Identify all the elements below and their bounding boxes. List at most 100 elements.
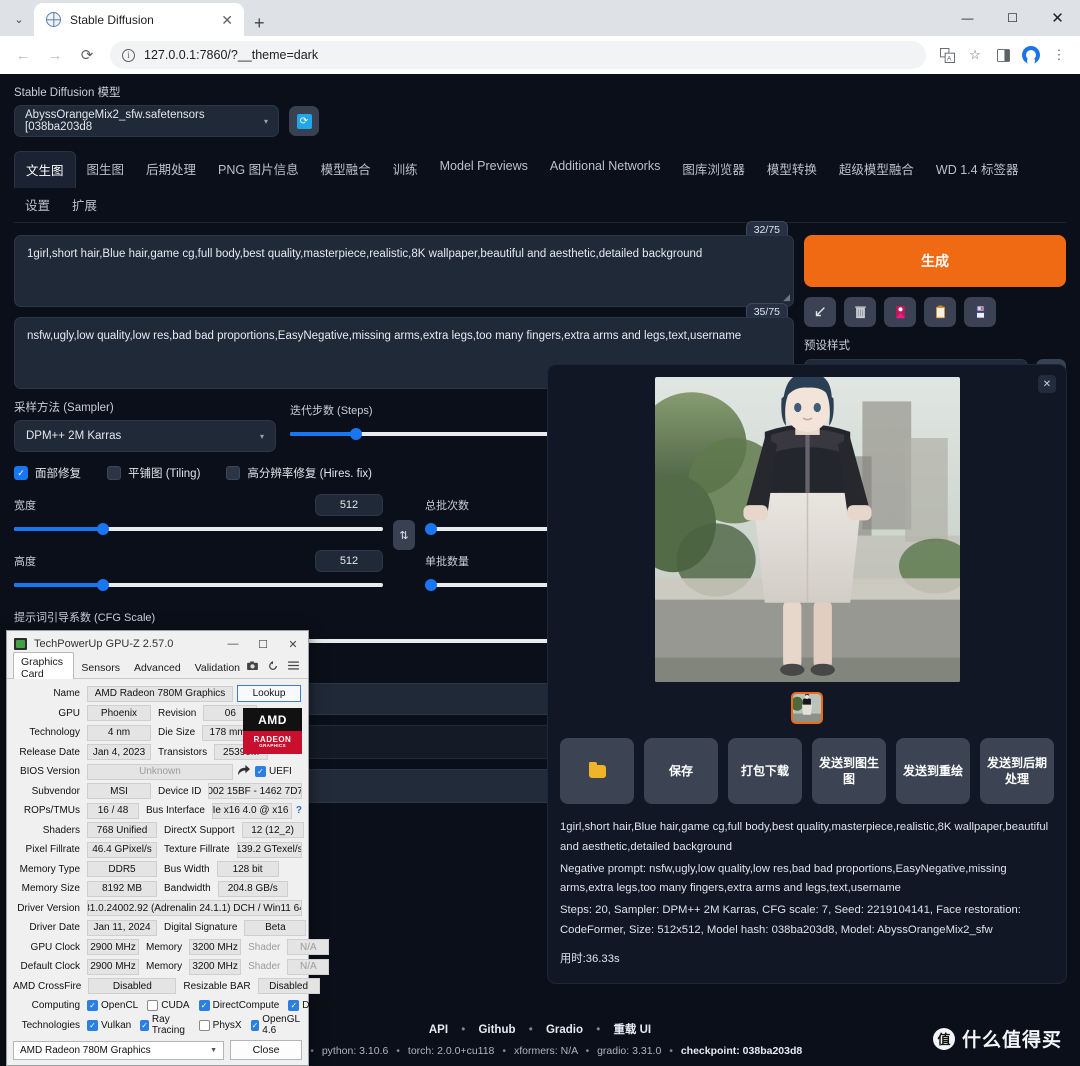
tab-extras[interactable]: 后期处理	[135, 151, 207, 187]
model-dropdown[interactable]: AbyssOrangeMix2_sfw.safetensors [038ba20…	[14, 105, 279, 137]
send-to-inpaint-button[interactable]: 发送到重绘	[896, 738, 970, 804]
gpuz-device-selector[interactable]: AMD Radeon 780M Graphics ▼	[13, 1041, 224, 1060]
positive-prompt-input[interactable]: 1girl,short hair,Blue hair,game cg,full …	[14, 235, 794, 307]
generate-button[interactable]: 生成	[804, 235, 1066, 287]
tech-physx-checkbox[interactable]: PhysX	[199, 1020, 242, 1031]
watermark: 值 什么值得买	[933, 1025, 1062, 1052]
tab-supermerger[interactable]: 超级模型融合	[828, 151, 925, 187]
footer-link-gradio[interactable]: Gradio	[546, 1024, 583, 1036]
uefi-checkbox[interactable]: ✓ UEFI	[255, 766, 292, 777]
hires-fix-toggle[interactable]: 高分辨率修复 (Hires. fix)	[226, 465, 372, 481]
gpuz-minimize-button[interactable]: —	[218, 631, 248, 657]
gpuz-value: Beta	[244, 920, 306, 936]
new-tab-button[interactable]: +	[244, 14, 275, 36]
result-thumbnail[interactable]	[791, 692, 823, 724]
tech-raytracing-checkbox[interactable]: ✓ Ray Tracing	[140, 1014, 189, 1036]
zip-download-button[interactable]: 打包下载	[728, 738, 802, 804]
camera-icon[interactable]	[247, 661, 258, 674]
height-slider[interactable]	[14, 578, 383, 592]
tab-img2img[interactable]: 图生图	[76, 151, 136, 187]
tab-checkpoint-merger[interactable]: 模型融合	[310, 151, 382, 187]
clipboard-icon[interactable]	[924, 297, 956, 327]
send-to-extras-button[interactable]: 发送到后期处理	[980, 738, 1054, 804]
tiling-toggle[interactable]: 平铺图 (Tiling)	[107, 465, 200, 481]
sampler-dropdown[interactable]: DPM++ 2M Karras ▾	[14, 420, 276, 452]
tab-png-info[interactable]: PNG 图片信息	[207, 151, 310, 187]
gpuz-value: Phoenix	[87, 705, 151, 721]
gpuz-tab-advanced[interactable]: Advanced	[127, 659, 188, 677]
tab-search-button[interactable]: ⌄	[4, 4, 34, 34]
tab-model-previews[interactable]: Model Previews	[429, 151, 539, 187]
translate-icon[interactable]: A	[934, 42, 960, 68]
stable-diffusion-webui: Stable Diffusion 模型 AbyssOrangeMix2_sfw.…	[0, 74, 1080, 1066]
negative-prompt-text: nsfw,ugly,low quality,low res,bad bad pr…	[27, 330, 741, 342]
window-close-button[interactable]: ✕	[1035, 0, 1080, 36]
forward-icon[interactable]: →	[40, 40, 70, 70]
tech-opengl-checkbox[interactable]: ✓ OpenGL 4.6	[251, 1014, 302, 1036]
gpuz-lookup-button[interactable]: Lookup	[237, 685, 301, 702]
star-icon[interactable]: ☆	[962, 42, 988, 68]
refresh-model-button[interactable]: ⟳	[289, 106, 319, 136]
close-icon[interactable]: ✕	[1038, 375, 1056, 393]
tab-train[interactable]: 训练	[382, 151, 429, 187]
footer-link-reload-ui[interactable]: 重载 UI	[613, 1024, 651, 1036]
computing-directcompute-checkbox[interactable]: ✓ DirectCompute	[199, 1000, 280, 1011]
tab-wd-tagger[interactable]: WD 1.4 标签器	[925, 151, 1030, 187]
side-panel-icon[interactable]	[990, 42, 1016, 68]
gpuz-tab-sensors[interactable]: Sensors	[74, 659, 127, 677]
footer-link-github[interactable]: Github	[478, 1024, 515, 1036]
width-slider[interactable]	[14, 522, 383, 536]
tab-image-browser[interactable]: 图库浏览器	[671, 151, 756, 187]
reload-icon[interactable]: ⟳	[72, 40, 102, 70]
help-icon[interactable]: ?	[296, 805, 302, 816]
browser-tab[interactable]: Stable Diffusion ✕	[34, 3, 244, 36]
arrow-down-left-icon[interactable]	[804, 297, 836, 327]
tab-extensions[interactable]: 扩展	[61, 187, 108, 222]
face-restore-toggle[interactable]: ✓ 面部修复	[14, 465, 81, 481]
menu-icon[interactable]	[288, 661, 299, 674]
tech-vulkan-checkbox[interactable]: ✓ Vulkan	[87, 1020, 131, 1031]
height-value[interactable]: 512	[315, 550, 383, 572]
minimize-button[interactable]: —	[945, 0, 990, 36]
resize-grip-icon[interactable]: ◢	[783, 291, 790, 305]
computing-label: DirectML	[302, 1000, 342, 1011]
generated-image[interactable]	[655, 377, 960, 682]
swap-dimensions-button[interactable]: ⇅	[393, 520, 415, 550]
address-bar[interactable]: i 127.0.0.1:7860/?__theme=dark	[110, 41, 926, 69]
maximize-button[interactable]: ☐	[990, 0, 1035, 36]
gpuz-maximize-button[interactable]: ☐	[248, 631, 278, 657]
send-to-img2img-button[interactable]: 发送到图生图	[812, 738, 886, 804]
version-python: python: 3.10.6	[322, 1045, 389, 1057]
trash-icon[interactable]	[844, 297, 876, 327]
computing-directml-checkbox[interactable]: ✓ DirectML	[288, 1000, 342, 1011]
site-info-icon[interactable]: i	[122, 49, 135, 62]
gpuz-window[interactable]: TechPowerUp GPU-Z 2.57.0 — ☐ ✕ Graphics …	[6, 630, 309, 1066]
refresh-icon[interactable]	[268, 661, 278, 674]
tab-model-converter[interactable]: 模型转换	[756, 151, 828, 187]
profile-icon[interactable]	[1018, 42, 1044, 68]
computing-opencl-checkbox[interactable]: ✓ OpenCL	[87, 1000, 138, 1011]
card-icon[interactable]	[884, 297, 916, 327]
save-button[interactable]: 保存	[644, 738, 718, 804]
tab-settings[interactable]: 设置	[14, 187, 61, 222]
tab-txt2img[interactable]: 文生图	[14, 151, 76, 188]
gpuz-close-window-button[interactable]: Close	[230, 1040, 302, 1060]
gpuz-label: GPU	[13, 708, 83, 719]
gpuz-tab-validation[interactable]: Validation	[188, 659, 247, 677]
tab-additional-networks[interactable]: Additional Networks	[539, 151, 671, 187]
share-icon[interactable]	[237, 764, 251, 779]
open-folder-button[interactable]	[560, 738, 634, 804]
back-icon[interactable]: ←	[8, 40, 38, 70]
gpuz-label: GPU Clock	[13, 942, 83, 953]
computing-cuda-checkbox[interactable]: CUDA	[147, 1000, 189, 1011]
gpuz-label: Bus Interface	[143, 805, 208, 816]
face-restore-label: 面部修复	[35, 465, 81, 481]
gpuz-row-memory-size: Memory Size 8192 MB Bandwidth 204.8 GB/s	[13, 879, 302, 899]
browser-menu-icon[interactable]: ⋮	[1046, 42, 1072, 68]
footer-link-api[interactable]: API	[429, 1024, 448, 1036]
batch-count-label: 总批次数	[425, 497, 469, 513]
close-icon[interactable]: ✕	[218, 13, 236, 27]
save-style-icon[interactable]	[964, 297, 996, 327]
width-value[interactable]: 512	[315, 494, 383, 516]
gpuz-close-button[interactable]: ✕	[278, 631, 308, 657]
